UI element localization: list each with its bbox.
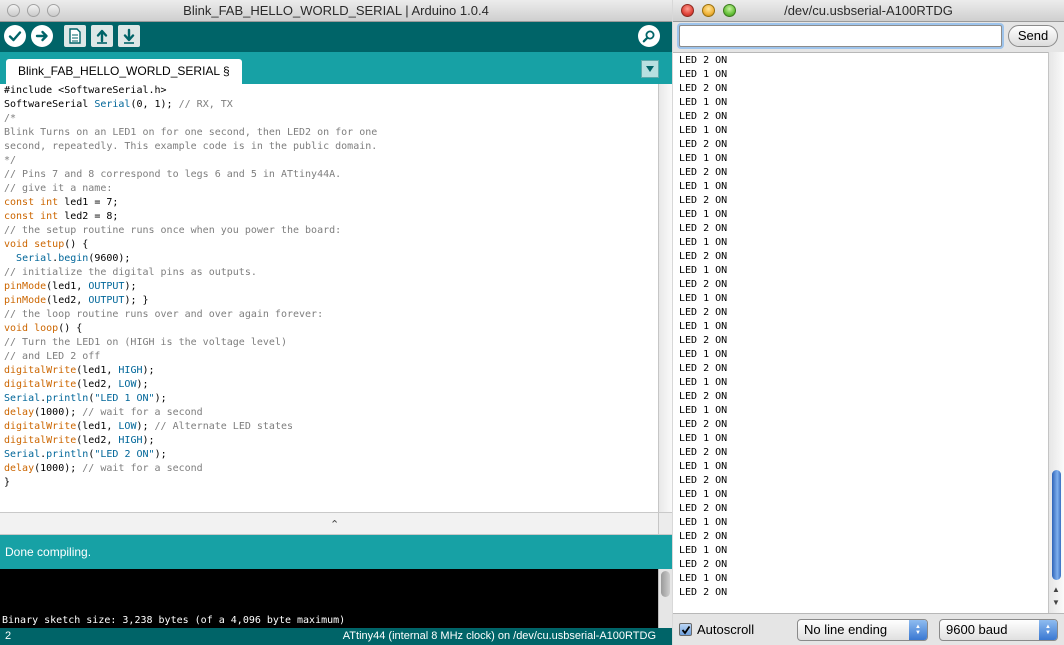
serial-bottombar: Autoscroll No line ending ▲ ▼ 9600 baud ▲…: [673, 613, 1064, 645]
line-ending-select[interactable]: No line ending ▲ ▼: [797, 619, 928, 641]
serial-titlebar: /dev/cu.usbserial-A100RTDG: [673, 0, 1064, 22]
magnifier-icon: [642, 30, 655, 43]
open-sketch-button[interactable]: [91, 25, 113, 47]
sketch-tabbar: Blink_FAB_HELLO_WORLD_SERIAL §: [0, 52, 672, 84]
serial-send-input[interactable]: [679, 25, 1002, 47]
ide-toolbar: [0, 22, 672, 52]
checkmark-icon: [681, 625, 690, 634]
select-arrows-icon: ▲ ▼: [909, 620, 927, 640]
serial-output-text: LED 1 ON LED 2 ON LED 1 ON LED 2 ON LED …: [679, 55, 728, 598]
triangle-down-icon: [646, 66, 654, 72]
upload-button[interactable]: [31, 25, 53, 47]
send-button[interactable]: Send: [1008, 25, 1058, 47]
arrow-right-icon: [35, 30, 48, 42]
serial-monitor-button[interactable]: [638, 25, 660, 47]
line-ending-value: No line ending: [804, 622, 888, 637]
ide-titlebar: Blink_FAB_HELLO_WORLD_SERIAL | Arduino 1…: [0, 0, 672, 22]
board-info: ATtiny44 (internal 8 MHz clock) on /dev/…: [342, 630, 656, 642]
arrow-up-icon: [96, 29, 108, 44]
console-output: Binary sketch size: 3,238 bytes (of a 4,…: [0, 569, 658, 628]
line-number: 2: [5, 630, 12, 642]
code-text[interactable]: #include <SoftwareSerial.h> SoftwareSeri…: [0, 84, 658, 490]
serial-output: LED 1 ON LED 2 ON LED 1 ON LED 2 ON LED …: [673, 52, 1048, 614]
divider-scroll-corner: [658, 513, 672, 534]
autoscroll-checkbox[interactable]: [679, 623, 692, 636]
serial-window-title: /dev/cu.usbserial-A100RTDG: [784, 3, 953, 18]
save-sketch-button[interactable]: [118, 25, 140, 47]
tab-menu-button[interactable]: [641, 60, 659, 78]
new-document-icon: [69, 28, 81, 44]
console-scrollbar[interactable]: [658, 569, 672, 628]
serial-monitor-window: /dev/cu.usbserial-A100RTDG Send LED 1 ON…: [673, 0, 1064, 645]
editor-scrollbar[interactable]: [658, 84, 672, 512]
tab-sketch[interactable]: Blink_FAB_HELLO_WORLD_SERIAL §: [6, 59, 242, 84]
select-arrows-icon: ▲ ▼: [1039, 620, 1057, 640]
console-scroll-thumb[interactable]: [661, 571, 670, 597]
status-bar: Done compiling.: [0, 535, 672, 569]
serial-scroll-thumb[interactable]: [1052, 470, 1061, 580]
ide-window-title: Blink_FAB_HELLO_WORLD_SERIAL | Arduino 1…: [183, 3, 489, 18]
arduino-ide-window: Blink_FAB_HELLO_WORLD_SERIAL | Arduino 1…: [0, 0, 672, 645]
verify-button[interactable]: [4, 25, 26, 47]
scroll-down-arrow-icon[interactable]: ▼: [1052, 598, 1060, 607]
arrow-down-icon: [123, 28, 135, 44]
baud-rate-value: 9600 baud: [946, 622, 1008, 637]
console-line: Binary sketch size: 3,238 bytes (of a 4,…: [2, 615, 346, 626]
divider-grip-icon[interactable]: ⌃: [330, 518, 339, 531]
serial-output-scrollbar[interactable]: ▲ ▼: [1048, 52, 1064, 613]
new-sketch-button[interactable]: [64, 25, 86, 47]
autoscroll-label[interactable]: Autoscroll: [697, 622, 754, 637]
check-icon: [8, 31, 22, 42]
ide-footer: 2 ATtiny44 (internal 8 MHz clock) on /de…: [0, 628, 672, 645]
code-editor[interactable]: #include <SoftwareSerial.h> SoftwareSeri…: [0, 84, 658, 512]
scroll-up-arrow-icon[interactable]: ▲: [1052, 585, 1060, 594]
pane-divider[interactable]: ⌃: [0, 512, 672, 535]
baud-rate-select[interactable]: 9600 baud ▲ ▼: [939, 619, 1058, 641]
